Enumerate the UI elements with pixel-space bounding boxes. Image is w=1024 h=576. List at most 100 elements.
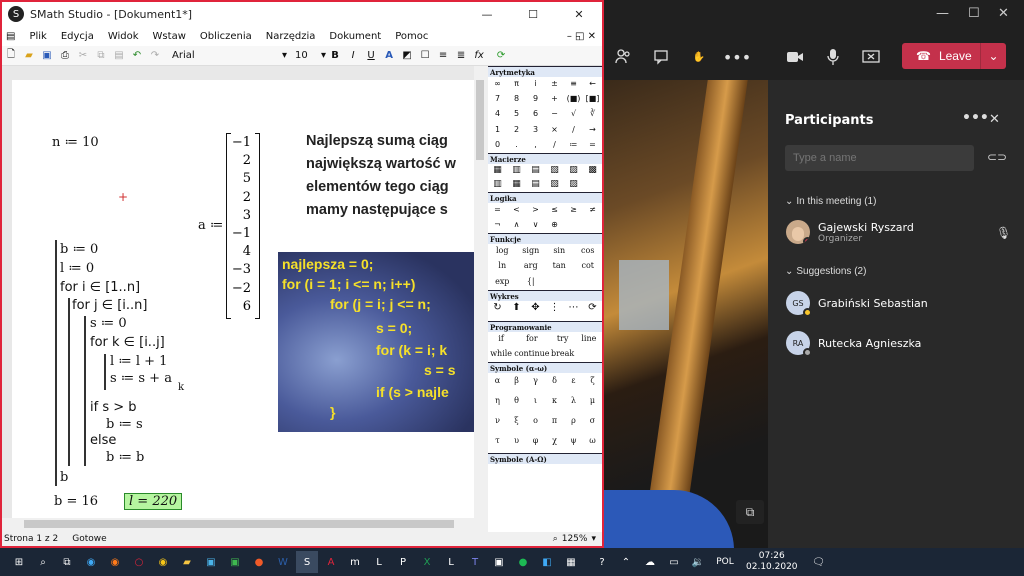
menu-widok[interactable]: Widok: [108, 31, 139, 42]
suggestion-item[interactable]: GS Grabiński Sebastian: [786, 291, 928, 317]
palette-item[interactable]: ψ: [564, 433, 583, 453]
n-definition[interactable]: n ≔ 10: [52, 135, 99, 150]
font-size-select[interactable]: 10: [295, 50, 321, 61]
close-icon[interactable]: ✕: [998, 6, 1009, 21]
palette-item[interactable]: ≔: [564, 138, 583, 153]
task-view-icon[interactable]: ⧉: [56, 551, 78, 573]
language-indicator[interactable]: POL: [711, 551, 739, 573]
app-icon[interactable]: P: [392, 551, 414, 573]
calculate-icon[interactable]: ⟳: [494, 49, 508, 63]
palette-item[interactable]: 2: [507, 123, 526, 138]
search-input[interactable]: [785, 145, 974, 171]
word-icon[interactable]: W: [272, 551, 294, 573]
restore-doc-icon[interactable]: – ◱ ✕: [567, 31, 596, 42]
palette-item[interactable]: (■): [564, 92, 583, 107]
palette-programowanie[interactable]: if for try line while continue break: [488, 332, 602, 362]
palette-item[interactable]: ∕: [564, 123, 583, 138]
palette-item[interactable]: μ: [583, 393, 602, 413]
share-screen-icon[interactable]: [854, 40, 888, 74]
zoom-icon[interactable]: ⌕: [553, 534, 558, 544]
horizontal-scrollbar[interactable]: [12, 518, 474, 530]
palette-item[interactable]: ,: [526, 138, 545, 153]
palette-item[interactable]: ν: [488, 413, 507, 433]
palette-item[interactable]: ο: [526, 413, 545, 433]
menu-dokument[interactable]: Dokument: [329, 31, 381, 42]
palette-item[interactable]: 8: [507, 92, 526, 107]
palette-item[interactable]: break: [550, 347, 576, 362]
result-l[interactable]: l = 220: [124, 493, 183, 510]
palette-item[interactable]: tan: [545, 259, 574, 274]
palette-item[interactable]: sin: [545, 244, 574, 259]
edge-icon[interactable]: ◉: [80, 551, 102, 573]
palette-header-wykres[interactable]: Wykres: [488, 290, 602, 301]
leave-button[interactable]: ☎ Leave ⌄: [902, 43, 1006, 69]
a-matrix[interactable]: −1 2 5 2 3 −1 4 −3 −2 6: [226, 133, 260, 319]
file-explorer-icon[interactable]: ▰: [176, 551, 198, 573]
palette-item[interactable]: .: [507, 138, 526, 153]
points-icon[interactable]: ⋯: [564, 301, 583, 321]
palette-item[interactable]: cos: [574, 244, 603, 259]
palette-item[interactable]: exp: [488, 275, 517, 290]
scale-icon[interactable]: ⬆: [507, 301, 526, 321]
onedrive-icon[interactable]: ☁: [639, 551, 661, 573]
palette-item[interactable]: cot: [574, 259, 603, 274]
cut-icon[interactable]: ✂: [76, 49, 90, 63]
palette-item[interactable]: ε: [564, 373, 583, 393]
palette-item[interactable]: ζ: [583, 373, 602, 393]
spotify-icon[interactable]: ●: [512, 551, 534, 573]
palette-wykres[interactable]: ↻ ⬆ ✥ ⋮ ⋯ ⟳: [488, 301, 602, 321]
teams-icon[interactable]: T: [464, 551, 486, 573]
function-icon[interactable]: fx: [472, 49, 486, 63]
acrobat-icon[interactable]: A: [320, 551, 342, 573]
notifications-icon[interactable]: 🗨: [808, 551, 830, 573]
palette-item[interactable]: log: [488, 244, 517, 259]
palette-item[interactable]: try: [550, 332, 576, 347]
palette-item[interactable]: κ: [545, 393, 564, 413]
palette-item[interactable]: β: [507, 373, 526, 393]
palette-item[interactable]: [■]: [583, 92, 602, 107]
palette-item[interactable]: π: [507, 77, 526, 92]
smath-taskbar-icon[interactable]: S: [296, 551, 318, 573]
program-block[interactable]: [55, 240, 57, 486]
move-icon[interactable]: ✥: [526, 301, 545, 321]
italic-icon[interactable]: I: [346, 49, 360, 63]
menu-edycja[interactable]: Edycja: [61, 31, 94, 42]
palette-item[interactable]: continue: [514, 347, 549, 362]
app-icon[interactable]: ●: [248, 551, 270, 573]
palette-item[interactable]: ∞: [488, 77, 507, 92]
menu-narzedzia[interactable]: Narzędzia: [266, 31, 316, 42]
palette-item[interactable]: η: [488, 393, 507, 413]
palette-item[interactable]: ≤: [545, 203, 564, 218]
palette-item[interactable]: γ: [526, 373, 545, 393]
palette-item[interactable]: 3: [526, 123, 545, 138]
align-right-icon[interactable]: ≣: [454, 49, 468, 63]
start-icon[interactable]: ⊞: [8, 551, 30, 573]
palette-item[interactable]: −: [545, 107, 564, 122]
palette-header-symbole-big[interactable]: Symbole (Α-Ω): [488, 453, 602, 464]
palette-arytmetyka[interactable]: ∞ π i ± ≡ ← 7 8 9 + (■) [■] 4 5 6− √ ∛ 1 2 3 × ∕ → 0., ∕ ≔ =: [488, 77, 602, 153]
lines-icon[interactable]: ⋮: [545, 301, 564, 321]
participant-item[interactable]: Gajewski Ryszard Organizer: [786, 220, 914, 244]
palette-item[interactable]: =: [488, 203, 507, 218]
minimize-icon[interactable]: —: [936, 6, 949, 21]
palette-funkcje[interactable]: log sign sin cos ln arg tan cot exp {|: [488, 244, 602, 290]
font-color-icon[interactable]: A: [382, 49, 396, 63]
menu-plik[interactable]: Plik: [29, 31, 46, 42]
palette-macierze[interactable]: ▦ ▥ ▤ ▧ ▨ ▩ ▥ ▦ ▤ ▧ ▨: [488, 164, 602, 192]
palette-item[interactable]: =: [583, 138, 602, 153]
maximize-icon[interactable]: ☐: [510, 8, 556, 21]
refresh-icon[interactable]: ⟳: [583, 301, 602, 321]
palette-item[interactable]: φ: [526, 433, 545, 453]
underline-icon[interactable]: U: [364, 49, 378, 63]
result-b[interactable]: b = 16: [54, 494, 98, 509]
new-doc-icon[interactable]: 🗋: [4, 49, 18, 63]
palette-item[interactable]: α: [488, 373, 507, 393]
raise-hand-icon[interactable]: ✋: [682, 40, 716, 74]
chevron-down-icon[interactable]: ⌄: [980, 43, 1006, 69]
palette-item[interactable]: line: [576, 332, 602, 347]
app-icon[interactable]: L: [368, 551, 390, 573]
suggestion-item[interactable]: RA Rutecka Agnieszka: [786, 331, 921, 357]
palette-item[interactable]: <: [507, 203, 526, 218]
bold-icon[interactable]: B: [328, 49, 342, 63]
palette-item[interactable]: while: [488, 347, 514, 362]
